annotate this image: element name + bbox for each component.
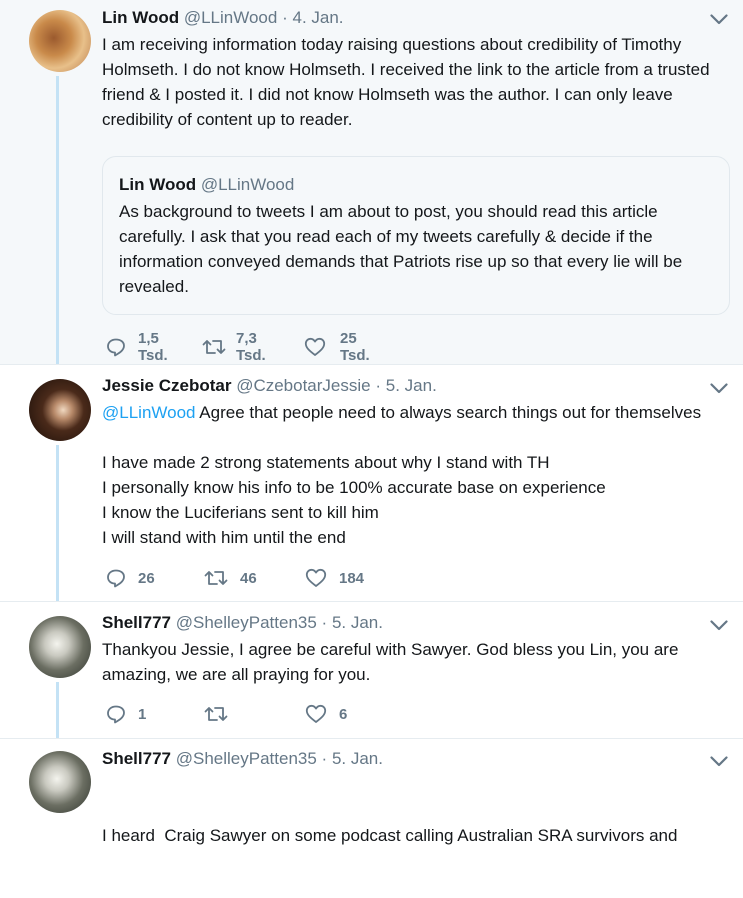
chevron-down-icon[interactable] [710,383,730,397]
reply-count: 1 [138,705,147,723]
avatar[interactable] [29,379,91,441]
like-count: 6 [339,705,348,723]
tweet-date[interactable]: 5. Jan. [332,749,383,768]
reply-icon [106,704,126,724]
separator-dot: · [375,376,382,395]
tweet-text-paragraph: I am receiving information today raising… [102,35,710,129]
like-count: 25 Tsd. [340,330,370,364]
like-button[interactable]: 25 Tsd. [304,330,370,364]
chevron-down-icon[interactable] [710,620,730,634]
thread-connector [56,682,59,739]
tweet-text-paragraph: I heard Craig Sawyer on some podcast cal… [102,826,678,845]
like-icon [304,337,326,357]
retweet-button[interactable]: 46 [204,568,257,588]
author-handle[interactable]: @ShelleyPatten35 [176,613,317,632]
tweet[interactable]: Shell777 @ShelleyPatten35 · 5. Jan. Than… [0,601,743,739]
tweet-header: Jessie Czebotar @CzebotarJessie · 5. Jan… [102,376,437,396]
avatar[interactable] [29,616,91,678]
author-name[interactable]: Lin Wood [102,8,179,27]
tweet-text-line: @LLinWood Agree that people need to alwa… [102,403,702,422]
author-name[interactable]: Jessie Czebotar [102,376,231,395]
like-icon [305,568,327,588]
tweet-text: @LLinWood Agree that people need to alwa… [102,400,732,550]
thread-connector [56,445,59,602]
reply-icon [106,568,126,588]
author-handle[interactable]: @CzebotarJessie [236,376,370,395]
quoted-author-handle: @LLinWood [200,175,295,194]
tweet[interactable]: Lin Wood @LLinWood · 4. Jan. I am receiv… [0,0,743,364]
separator-dot: · [321,613,328,632]
tweet-date[interactable]: 5. Jan. [332,613,383,632]
retweet-icon [204,704,228,724]
tweet[interactable]: Shell777 @ShelleyPatten35 · 5. Jan. I he… [0,738,743,845]
chevron-down-icon[interactable] [710,14,730,28]
retweet-button[interactable] [204,704,240,724]
reply-button[interactable]: 1,5 Tsd. [106,330,168,364]
like-button[interactable]: 6 [305,704,347,724]
tweet-text-paragraph: Thankyou Jessie, I agree be careful with… [102,640,679,684]
like-icon [305,704,327,724]
avatar[interactable] [29,751,91,813]
author-handle[interactable]: @ShelleyPatten35 [176,749,317,768]
tweet-text-line: I will stand with him until the end [102,528,346,547]
like-count: 184 [339,569,365,587]
reply-icon [106,337,126,357]
tweet-text: Thankyou Jessie, I agree be careful with… [102,637,732,687]
tweet-date[interactable]: 5. Jan. [386,376,437,395]
tweet-date[interactable]: 4. Jan. [292,8,343,27]
retweet-count: 46 [240,569,257,587]
mention-link[interactable]: @LLinWood [102,403,196,422]
avatar[interactable] [29,10,91,72]
author-name[interactable]: Shell777 [102,613,171,632]
reply-count: 1,5 Tsd. [138,330,168,364]
quoted-author-name: Lin Wood [119,175,197,194]
retweet-icon [202,337,226,357]
tweet-text-line: I personally know his info to be 100% ac… [102,478,606,497]
tweet-text-line: I have made 2 strong statements about wh… [102,453,550,472]
tweet-text: I heard Craig Sawyer on some podcast cal… [102,773,732,898]
separator-dot: · [282,8,288,27]
tweet-text: I am receiving information today raising… [102,32,732,132]
reply-count: 26 [138,569,155,587]
retweet-count: 7,3 Tsd. [236,330,266,364]
tweet-header: Shell777 @ShelleyPatten35 · 5. Jan. [102,749,383,769]
retweet-button[interactable]: 7,3 Tsd. [202,330,266,364]
separator-dot: · [321,749,328,768]
tweet-header: Shell777 @ShelleyPatten35 · 5. Jan. [102,613,383,633]
author-handle[interactable]: @LLinWood [184,8,278,27]
like-button[interactable]: 184 [305,568,364,588]
quoted-tweet-text: As background to tweets I am about to po… [119,202,683,296]
tweet-header: Lin Wood @LLinWood · 4. Jan. [102,8,344,28]
tweet-text-line: I know the Luciferians sent to kill him [102,503,379,522]
reply-button[interactable]: 1 [106,704,146,724]
tweet[interactable]: Jessie Czebotar @CzebotarJessie · 5. Jan… [0,364,743,602]
retweet-icon [204,568,228,588]
author-name[interactable]: Shell777 [102,749,171,768]
reply-button[interactable]: 26 [106,568,155,588]
quoted-tweet[interactable]: Lin Wood @LLinWood As background to twee… [102,156,730,315]
thread-connector [56,76,59,364]
chevron-down-icon[interactable] [710,756,730,770]
quoted-tweet-header: Lin Wood @LLinWood [119,175,294,195]
